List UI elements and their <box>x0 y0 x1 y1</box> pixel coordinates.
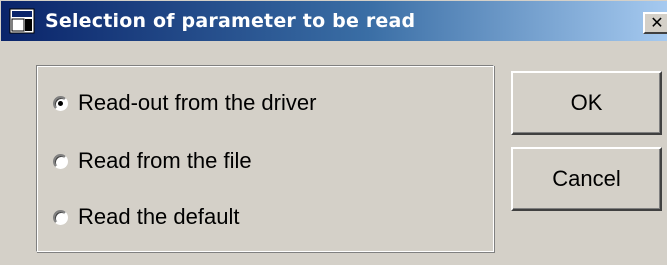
ok-button[interactable]: OK <box>511 71 662 135</box>
option-label: Read from the file <box>78 148 252 173</box>
dialog-window: Selection of parameter to be read ✕ Read… <box>0 0 667 265</box>
radio-button[interactable] <box>53 153 68 169</box>
radio-button-selected[interactable] <box>53 95 68 111</box>
option-read-from-driver[interactable]: Read-out from the driver <box>53 87 316 119</box>
app-window-icon <box>9 8 35 34</box>
cancel-button[interactable]: Cancel <box>511 147 662 211</box>
option-read-default[interactable]: Read the default <box>53 201 239 233</box>
option-read-from-file[interactable]: Read from the file <box>53 145 252 177</box>
option-label: Read-out from the driver <box>78 90 317 115</box>
close-button[interactable]: ✕ <box>643 12 667 34</box>
radio-button[interactable] <box>53 209 68 225</box>
option-label: Read the default <box>78 204 240 229</box>
title-bar[interactable]: Selection of parameter to be read ✕ <box>1 1 667 41</box>
close-icon: ✕ <box>650 13 664 32</box>
dialog-title: Selection of parameter to be read <box>45 10 416 32</box>
